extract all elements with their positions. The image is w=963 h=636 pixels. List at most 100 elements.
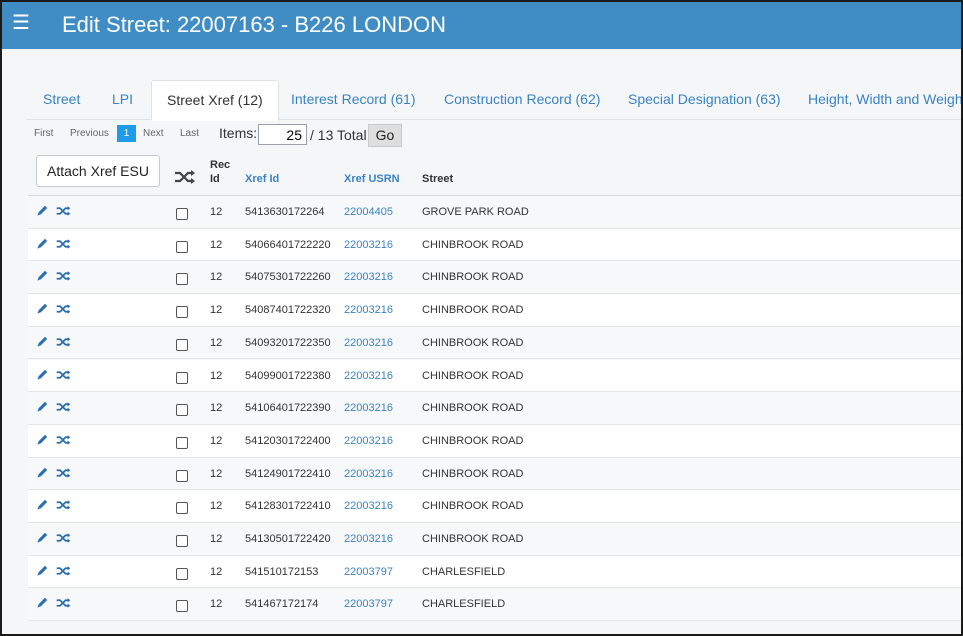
cell-xref-usrn-link[interactable]: 22003797 [344, 566, 393, 578]
shuffle-icon[interactable] [56, 433, 71, 451]
cell-rec-id: 12 [210, 598, 223, 611]
cell-rec-id: 12 [210, 336, 223, 349]
table-row: 12 54066401722220 22003216 CHINBROOK ROAD [28, 228, 961, 262]
cell-xref-usrn-link[interactable]: 22003216 [344, 500, 393, 512]
cell-xref-id: 541510172153 [245, 565, 319, 578]
pencil-icon[interactable] [36, 400, 49, 418]
row-checkbox[interactable] [176, 469, 188, 482]
row-checkbox[interactable] [176, 208, 188, 220]
cell-street: GROVE PARK ROAD [422, 206, 529, 218]
shuffle-icon[interactable] [56, 302, 71, 320]
cell-xref-id: 54120301722400 [245, 434, 331, 447]
shuffle-icon[interactable] [56, 335, 71, 353]
cell-xref-usrn-link[interactable]: 22003216 [344, 337, 393, 349]
go-button[interactable]: Go [368, 124, 402, 147]
cell-rec-id: 12 [210, 402, 223, 415]
shuffle-icon[interactable] [56, 596, 71, 614]
pager-first[interactable]: First [34, 127, 53, 141]
app-frame: ☰ Edit Street: 22007163 - B226 LONDON St… [0, 0, 963, 636]
cell-rec-id: 12 [210, 565, 223, 578]
shuffle-icon[interactable] [56, 564, 71, 582]
pencil-icon[interactable] [36, 564, 49, 582]
row-checkbox[interactable] [176, 306, 188, 319]
pencil-icon[interactable] [36, 368, 49, 386]
shuffle-icon[interactable] [56, 269, 71, 287]
table-row: 12 54124901722410 22003216 CHINBROOK ROAD [28, 457, 961, 491]
pager-last[interactable]: Last [180, 127, 199, 141]
row-checkbox[interactable] [176, 273, 188, 286]
cell-xref-usrn-link[interactable]: 22003216 [344, 533, 393, 545]
tab-height-width-weight[interactable]: Height, Width and Weight [793, 80, 961, 120]
cell-xref-usrn-link[interactable]: 22003216 [344, 370, 393, 382]
row-checkbox[interactable] [176, 404, 188, 417]
shuffle-icon[interactable] [56, 466, 71, 484]
cell-street: CHINBROOK ROAD [422, 467, 524, 480]
row-checkbox[interactable] [176, 567, 188, 580]
cell-xref-usrn-link[interactable]: 22004405 [344, 206, 393, 218]
cell-xref-usrn-link[interactable]: 22003216 [344, 239, 393, 251]
pencil-icon[interactable] [36, 498, 49, 516]
cell-street: CHINBROOK ROAD [422, 402, 524, 415]
tab-construction-record[interactable]: Construction Record (62) [429, 80, 615, 120]
pencil-icon[interactable] [36, 433, 49, 451]
cell-rec-id: 12 [210, 369, 223, 382]
table-row: 12 541510172153 22003797 CHARLESFIELD [28, 555, 961, 589]
cell-rec-id: 12 [210, 467, 223, 480]
tab-interest-record[interactable]: Interest Record (61) [276, 80, 431, 120]
cell-xref-usrn-link[interactable]: 22003216 [344, 304, 393, 316]
row-checkbox[interactable] [176, 502, 188, 515]
column-header-xref-id[interactable]: Xref Id [245, 173, 279, 185]
shuffle-icon[interactable] [174, 169, 196, 190]
row-checkbox[interactable] [176, 240, 188, 253]
tab-street[interactable]: Street [28, 80, 95, 120]
cell-xref-usrn-link[interactable]: 22003216 [344, 435, 393, 447]
tab-bar: Street LPI Street Xref (12) Interest Rec… [26, 80, 961, 121]
shuffle-icon[interactable] [56, 368, 71, 386]
row-checkbox[interactable] [176, 371, 188, 384]
shuffle-icon[interactable] [56, 498, 71, 516]
items-per-page-input[interactable] [258, 124, 307, 145]
table-row: 12 54128301722410 22003216 CHINBROOK ROAD [28, 490, 961, 523]
cell-xref-id: 54066401722220 [245, 238, 331, 251]
table-row: 12 54106401722390 22003216 CHINBROOK ROAD [28, 392, 961, 425]
pencil-icon[interactable] [36, 204, 49, 222]
cell-street: CHINBROOK ROAD [422, 369, 524, 382]
pager-next[interactable]: Next [143, 127, 164, 141]
table-row: 12 54120301722400 22003216 CHINBROOK ROAD [28, 424, 961, 458]
cell-xref-usrn-link[interactable]: 22003797 [344, 598, 393, 610]
attach-xref-esu-button[interactable]: Attach Xref ESU [36, 155, 160, 187]
pencil-icon[interactable] [36, 531, 49, 549]
tab-special-designation[interactable]: Special Designation (63) [613, 80, 796, 120]
row-checkbox[interactable] [176, 600, 188, 613]
column-header-xref-usrn[interactable]: Xref USRN [344, 173, 400, 185]
tab-lpi[interactable]: LPI [97, 80, 148, 120]
shuffle-icon[interactable] [56, 204, 71, 222]
cell-xref-usrn-link[interactable]: 22003216 [344, 402, 393, 414]
cell-xref-id: 54106401722390 [245, 402, 331, 415]
cell-xref-id: 54130501722420 [245, 533, 331, 545]
tab-street-xref[interactable]: Street Xref (12) [151, 80, 279, 121]
shuffle-icon[interactable] [56, 237, 71, 255]
cell-street: CHINBROOK ROAD [422, 533, 524, 545]
hamburger-icon[interactable]: ☰ [12, 13, 30, 33]
pager-previous[interactable]: Previous [70, 127, 109, 141]
cell-xref-usrn-link[interactable]: 22003216 [344, 271, 393, 283]
row-checkbox[interactable] [176, 535, 188, 547]
pencil-icon[interactable] [36, 269, 49, 287]
table-header: Attach Xref ESU Rec Id Xref Id Xref USRN… [28, 152, 961, 196]
cell-rec-id: 12 [210, 271, 223, 284]
pencil-icon[interactable] [36, 596, 49, 614]
page-title: Edit Street: 22007163 - B226 LONDON [62, 12, 446, 37]
pager-current-page[interactable]: 1 [117, 125, 136, 142]
column-header-rec-id: Rec Id [210, 159, 231, 185]
pencil-icon[interactable] [36, 466, 49, 484]
cell-xref-usrn-link[interactable]: 22003216 [344, 468, 393, 480]
cell-rec-id: 12 [210, 533, 223, 545]
shuffle-icon[interactable] [56, 400, 71, 418]
pencil-icon[interactable] [36, 302, 49, 320]
pencil-icon[interactable] [36, 237, 49, 255]
row-checkbox[interactable] [176, 338, 188, 351]
row-checkbox[interactable] [176, 436, 188, 449]
shuffle-icon[interactable] [56, 531, 71, 549]
pencil-icon[interactable] [36, 335, 49, 353]
